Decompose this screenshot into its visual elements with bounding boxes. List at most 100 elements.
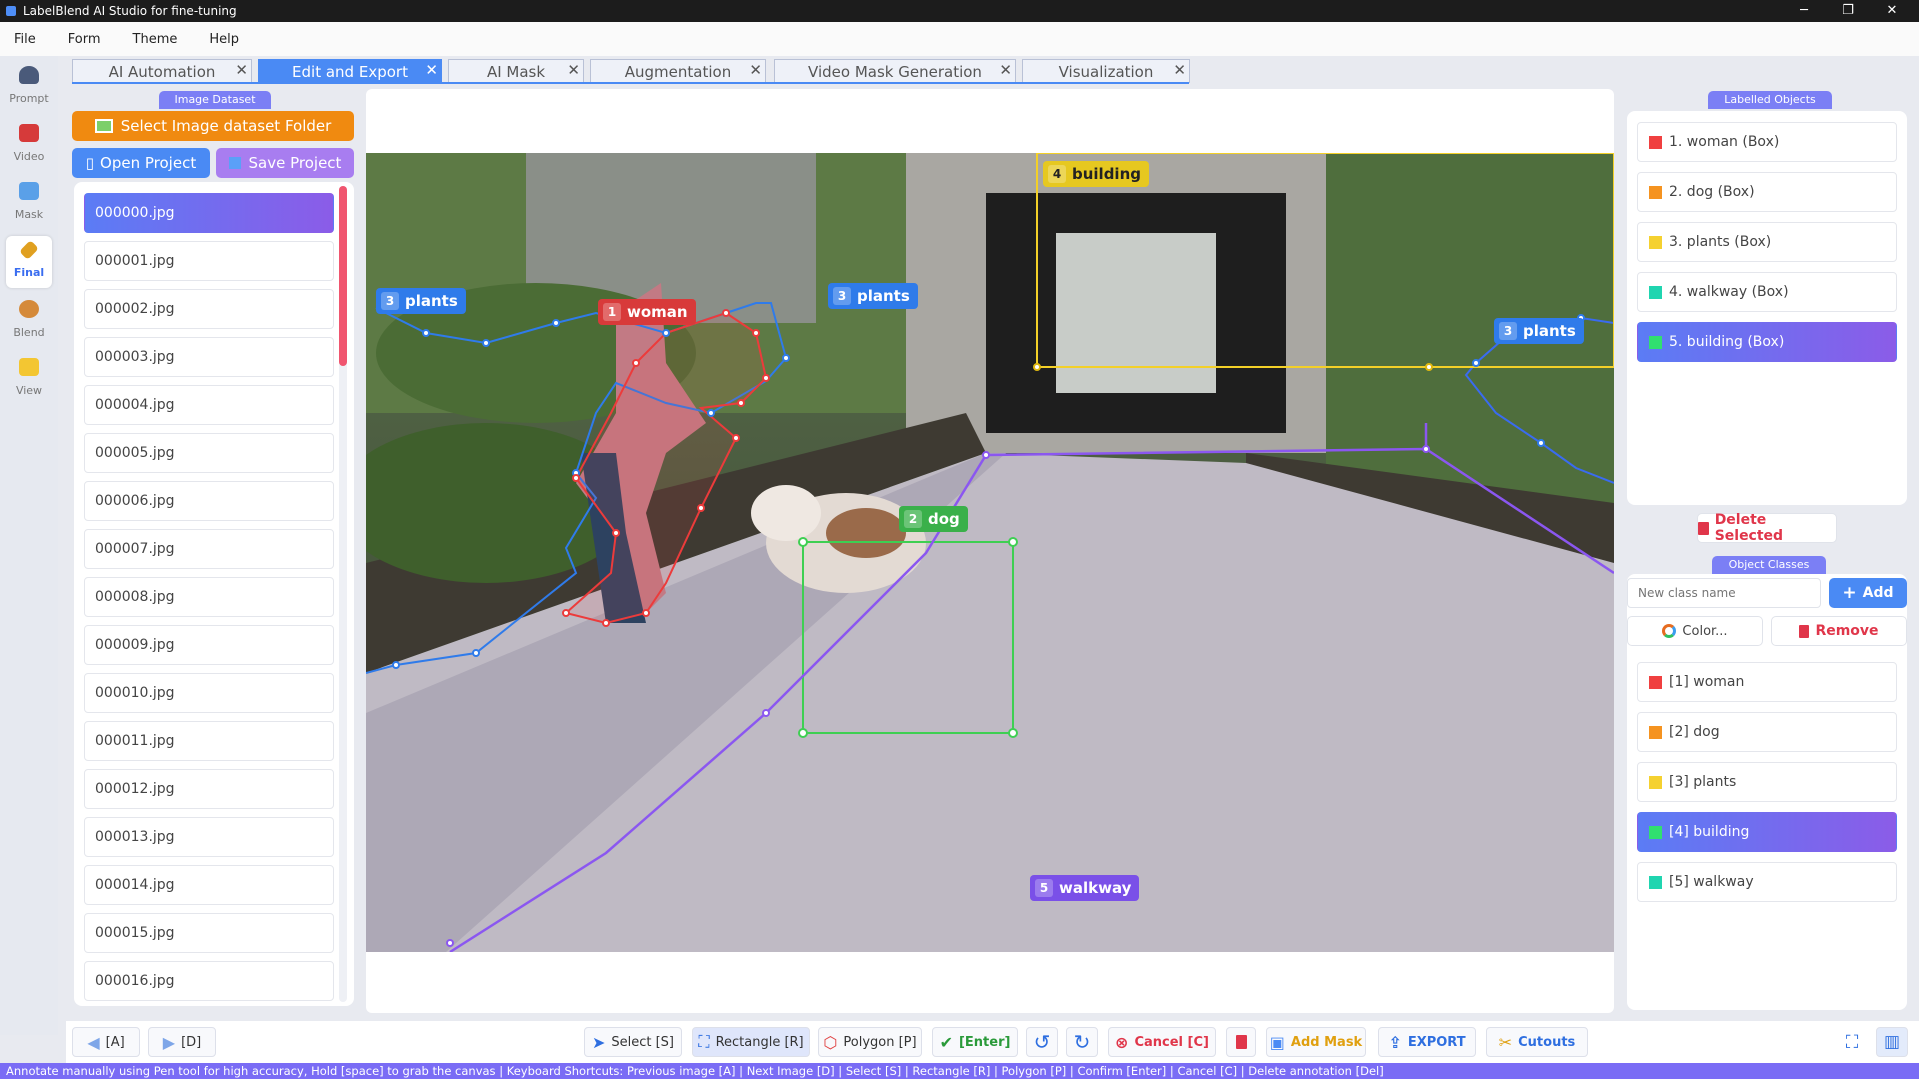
restore-icon[interactable]: ❐	[1828, 0, 1868, 22]
close-tab-icon[interactable]: ✕	[1173, 61, 1186, 79]
canvas-label-plants: 3 plants	[828, 283, 918, 309]
labelled-object-item-label: 4. walkway (Box)	[1669, 284, 1789, 300]
robot-icon	[19, 66, 39, 84]
add-class-button[interactable]: + Add	[1829, 578, 1907, 608]
file-list-item[interactable]: 000015.jpg	[84, 913, 334, 953]
redo-button[interactable]: ↻	[1066, 1027, 1098, 1057]
file-list-item[interactable]: 000007.jpg	[84, 529, 334, 569]
fullscreen-button[interactable]: ⛶	[1836, 1027, 1868, 1057]
confirm-button[interactable]: ✔ [Enter]	[932, 1027, 1018, 1057]
nav-view[interactable]: View	[6, 352, 52, 404]
nav-prompt[interactable]: Prompt	[6, 60, 52, 112]
file-list-item[interactable]: 000013.jpg	[84, 817, 334, 857]
nav-video[interactable]: Video	[6, 118, 52, 170]
labelled-object-item[interactable]: 5. building (Box)	[1637, 322, 1897, 362]
polygon-tool-button[interactable]: ⬡ Polygon [P]	[818, 1027, 922, 1057]
undo-button[interactable]: ↺	[1026, 1027, 1058, 1057]
labelled-object-item[interactable]: 3. plants (Box)	[1637, 222, 1897, 262]
close-tab-icon[interactable]: ✕	[425, 61, 438, 79]
arrow-right-icon: ▶	[162, 1032, 176, 1052]
labelled-object-item[interactable]: 4. walkway (Box)	[1637, 272, 1897, 312]
status-bar: Annotate manually using Pen tool for hig…	[0, 1063, 1919, 1079]
trash-icon	[1235, 1035, 1247, 1049]
delete-annotation-button[interactable]	[1226, 1027, 1256, 1057]
object-class-item[interactable]: [1] woman	[1637, 662, 1897, 702]
menu-theme[interactable]: Theme	[133, 32, 178, 47]
color-wheel-icon	[1662, 624, 1677, 638]
canvas-label-dog: 2 dog	[899, 506, 968, 532]
blend-icon	[19, 300, 39, 318]
close-tab-icon[interactable]: ✕	[235, 61, 248, 79]
file-list-item[interactable]: 000000.jpg	[84, 193, 334, 233]
tab-augmentation[interactable]: Augmentation ✕	[590, 59, 766, 83]
menu-file[interactable]: File	[14, 32, 36, 47]
color-swatch	[1649, 285, 1662, 299]
previous-image-button[interactable]: ◀ [A]	[72, 1027, 140, 1057]
object-class-item[interactable]: [2] dog	[1637, 712, 1897, 752]
file-list-item[interactable]: 000016.jpg	[84, 961, 334, 1001]
color-swatch	[1649, 135, 1662, 149]
export-icon: ⇪	[1388, 1032, 1402, 1052]
remove-class-button[interactable]: Remove	[1771, 616, 1907, 646]
labelled-objects-group-label: Labelled Objects	[1708, 91, 1832, 109]
next-image-button[interactable]: ▶ [D]	[148, 1027, 216, 1057]
close-tab-icon[interactable]: ✕	[749, 61, 762, 79]
file-list-item[interactable]: 000008.jpg	[84, 577, 334, 617]
window-title: LabelBlend AI Studio for fine-tuning	[23, 4, 237, 18]
file-list-item[interactable]: 000012.jpg	[84, 769, 334, 809]
file-list-scroll-thumb[interactable]	[339, 186, 347, 366]
object-class-item-label: [1] woman	[1669, 674, 1745, 690]
file-list-item[interactable]: 000006.jpg	[84, 481, 334, 521]
nav-final[interactable]: Final	[6, 236, 52, 288]
tab-visualization[interactable]: Visualization ✕	[1022, 59, 1190, 83]
annotation-overlay	[366, 153, 1614, 952]
add-mask-button[interactable]: ▣ Add Mask	[1266, 1027, 1366, 1057]
export-button[interactable]: ⇪ EXPORT	[1378, 1027, 1476, 1057]
new-class-input[interactable]	[1627, 578, 1821, 608]
image-dataset-group-label: Image Dataset	[159, 91, 271, 109]
color-swatch	[1649, 675, 1662, 689]
select-folder-button[interactable]: Select Image dataset Folder	[72, 111, 354, 141]
file-list-item[interactable]: 000010.jpg	[84, 673, 334, 713]
select-tool-button[interactable]: ➤ Select [S]	[584, 1027, 682, 1057]
menu-form[interactable]: Form	[68, 32, 101, 47]
save-project-button[interactable]: Save Project	[216, 148, 354, 178]
mask-icon: ▣	[1269, 1032, 1285, 1052]
labelled-object-item[interactable]: 2. dog (Box)	[1637, 172, 1897, 212]
file-list-item[interactable]: 000009.jpg	[84, 625, 334, 665]
nav-mask[interactable]: Mask	[6, 176, 52, 228]
close-window-icon[interactable]: ✕	[1872, 0, 1912, 22]
annotation-canvas[interactable]: 3 plants 1 woman 3 plants 4 building 3 plants…	[366, 153, 1614, 952]
canvas-label-plants: 3 plants	[376, 288, 466, 314]
file-list-item[interactable]: 000002.jpg	[84, 289, 334, 329]
layout-toggle-button[interactable]: ▥	[1876, 1027, 1908, 1057]
cutouts-button[interactable]: ✂ Cutouts	[1486, 1027, 1588, 1057]
delete-selected-button[interactable]: Delete Selected	[1697, 512, 1837, 544]
tab-ai-automation[interactable]: AI Automation ✕	[72, 59, 252, 83]
file-list-item[interactable]: 000014.jpg	[84, 865, 334, 905]
menu-help[interactable]: Help	[209, 32, 239, 47]
object-class-item[interactable]: [4] building	[1637, 812, 1897, 852]
open-project-button[interactable]: ▯ Open Project	[72, 148, 210, 178]
view-icon	[19, 358, 39, 376]
tab-edit-and-export[interactable]: Edit and Export ✕	[258, 59, 442, 83]
tab-video-mask-generation[interactable]: Video Mask Generation ✕	[774, 59, 1016, 83]
file-list-item[interactable]: 000003.jpg	[84, 337, 334, 377]
close-tab-icon[interactable]: ✕	[999, 61, 1012, 79]
rectangle-select-icon: ⛶	[698, 1032, 710, 1051]
color-button[interactable]: Color...	[1627, 616, 1763, 646]
labelled-object-item-label: 5. building (Box)	[1669, 334, 1785, 350]
object-class-item[interactable]: [3] plants	[1637, 762, 1897, 802]
object-class-item[interactable]: [5] walkway	[1637, 862, 1897, 902]
nav-blend[interactable]: Blend	[6, 294, 52, 346]
file-list-item[interactable]: 000005.jpg	[84, 433, 334, 473]
tab-ai-mask[interactable]: AI Mask ✕	[448, 59, 584, 83]
file-list-item[interactable]: 000004.jpg	[84, 385, 334, 425]
cancel-button[interactable]: ⊗ Cancel [C]	[1108, 1027, 1216, 1057]
rectangle-tool-button[interactable]: ⛶ Rectangle [R]	[692, 1027, 810, 1057]
labelled-object-item[interactable]: 1. woman (Box)	[1637, 122, 1897, 162]
minimize-icon[interactable]: ─	[1784, 0, 1824, 22]
file-list-item[interactable]: 000011.jpg	[84, 721, 334, 761]
file-list-item[interactable]: 000001.jpg	[84, 241, 334, 281]
close-tab-icon[interactable]: ✕	[567, 61, 580, 79]
